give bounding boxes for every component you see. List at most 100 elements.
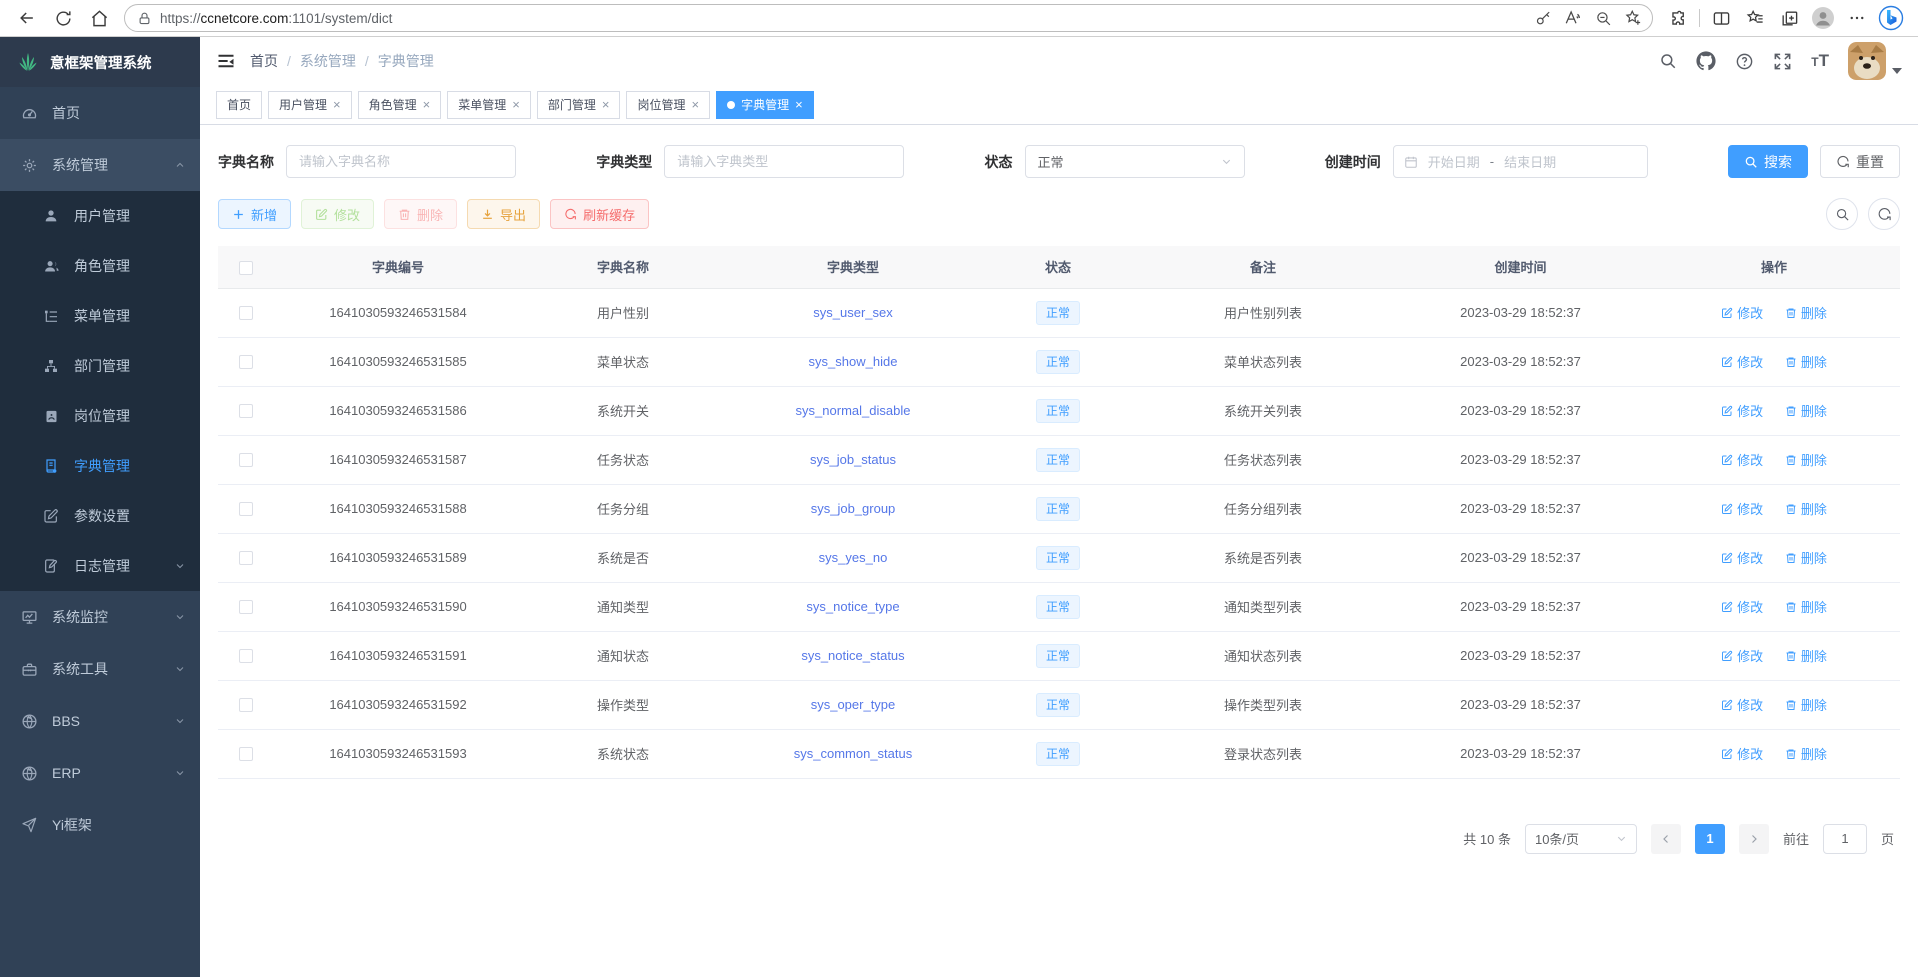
row-checkbox[interactable] bbox=[239, 502, 253, 516]
collections-icon[interactable] bbox=[1772, 3, 1806, 33]
row-delete-link[interactable]: 删除 bbox=[1785, 548, 1827, 567]
sidebar-item-log-management[interactable]: 日志管理 bbox=[0, 541, 200, 591]
extensions-icon[interactable] bbox=[1661, 3, 1695, 33]
dict-type-link[interactable]: sys_yes_no bbox=[819, 550, 888, 565]
sidebar-item-yi-framework[interactable]: Yi框架 bbox=[0, 799, 200, 851]
add-button[interactable]: 新增 bbox=[218, 199, 291, 229]
goto-page-input[interactable] bbox=[1823, 824, 1867, 854]
favorites-bar-icon[interactable] bbox=[1738, 3, 1772, 33]
dict-type-link[interactable]: sys_notice_status bbox=[801, 648, 904, 663]
row-edit-link[interactable]: 修改 bbox=[1721, 548, 1763, 567]
dict-type-link[interactable]: sys_notice_type bbox=[806, 599, 899, 614]
close-tab-icon[interactable]: × bbox=[691, 97, 699, 112]
browser-home-button[interactable] bbox=[82, 3, 116, 33]
dict-name-input[interactable] bbox=[286, 145, 516, 178]
close-tab-icon[interactable]: × bbox=[333, 97, 341, 112]
row-checkbox[interactable] bbox=[239, 306, 253, 320]
collapse-sidebar-icon[interactable] bbox=[216, 51, 236, 71]
next-page-button[interactable] bbox=[1739, 824, 1769, 854]
row-delete-link[interactable]: 删除 bbox=[1785, 401, 1827, 420]
edit-button[interactable]: 修改 bbox=[301, 199, 374, 229]
breadcrumb-home[interactable]: 首页 bbox=[250, 51, 278, 71]
password-key-icon[interactable] bbox=[1528, 5, 1558, 31]
row-delete-link[interactable]: 删除 bbox=[1785, 597, 1827, 616]
dict-type-link[interactable]: sys_user_sex bbox=[813, 305, 892, 320]
row-edit-link[interactable]: 修改 bbox=[1721, 303, 1763, 322]
sidebar-item-role-management[interactable]: 角色管理 bbox=[0, 241, 200, 291]
delete-button[interactable]: 删除 bbox=[384, 199, 457, 229]
dict-type-input[interactable] bbox=[664, 145, 904, 178]
row-checkbox[interactable] bbox=[239, 649, 253, 663]
sidebar-item-menu-management[interactable]: 菜单管理 bbox=[0, 291, 200, 341]
row-delete-link[interactable]: 删除 bbox=[1785, 450, 1827, 469]
sidebar-item-home[interactable]: 首页 bbox=[0, 87, 200, 139]
tab-dept-management[interactable]: 部门管理× bbox=[537, 91, 621, 119]
browser-refresh-button[interactable] bbox=[46, 3, 80, 33]
row-checkbox[interactable] bbox=[239, 404, 253, 418]
address-bar[interactable]: https://ccnetcore.com:1101/system/dict bbox=[124, 4, 1653, 32]
export-button[interactable]: 导出 bbox=[467, 199, 540, 229]
page-size-select[interactable]: 10条/页 bbox=[1525, 824, 1637, 854]
tab-post-management[interactable]: 岗位管理× bbox=[626, 91, 710, 119]
dict-type-link[interactable]: sys_common_status bbox=[794, 746, 913, 761]
tab-role-management[interactable]: 角色管理× bbox=[358, 91, 442, 119]
search-button[interactable]: 搜索 bbox=[1728, 145, 1808, 178]
dict-type-link[interactable]: sys_oper_type bbox=[811, 697, 896, 712]
browser-profile-avatar[interactable] bbox=[1806, 3, 1840, 33]
sidebar-item-dict-management[interactable]: 字典管理 bbox=[0, 441, 200, 491]
row-delete-link[interactable]: 删除 bbox=[1785, 744, 1827, 763]
github-icon[interactable] bbox=[1696, 51, 1716, 71]
row-edit-link[interactable]: 修改 bbox=[1721, 646, 1763, 665]
row-edit-link[interactable]: 修改 bbox=[1721, 744, 1763, 763]
row-delete-link[interactable]: 删除 bbox=[1785, 499, 1827, 518]
breadcrumb-system[interactable]: 系统管理 bbox=[300, 51, 356, 71]
close-tab-icon[interactable]: × bbox=[512, 97, 520, 112]
reset-button[interactable]: 重置 bbox=[1820, 145, 1900, 178]
zoom-out-icon[interactable] bbox=[1588, 5, 1618, 31]
row-checkbox[interactable] bbox=[239, 551, 253, 565]
show-search-toggle-button[interactable] bbox=[1826, 198, 1858, 230]
user-avatar[interactable] bbox=[1848, 42, 1902, 80]
sidebar-item-erp[interactable]: ERP bbox=[0, 747, 200, 799]
sidebar-item-param-settings[interactable]: 参数设置 bbox=[0, 491, 200, 541]
prev-page-button[interactable] bbox=[1651, 824, 1681, 854]
help-icon[interactable] bbox=[1735, 52, 1754, 71]
date-range-picker[interactable]: 开始日期 - 结束日期 bbox=[1393, 145, 1648, 178]
row-checkbox[interactable] bbox=[239, 355, 253, 369]
sidebar-item-post-management[interactable]: 岗位管理 bbox=[0, 391, 200, 441]
row-edit-link[interactable]: 修改 bbox=[1721, 450, 1763, 469]
dict-type-link[interactable]: sys_normal_disable bbox=[796, 403, 911, 418]
status-select[interactable]: 正常 bbox=[1025, 145, 1245, 178]
row-checkbox[interactable] bbox=[239, 453, 253, 467]
split-screen-icon[interactable] bbox=[1704, 3, 1738, 33]
font-size-icon[interactable]: TT bbox=[1811, 51, 1829, 71]
page-number-1[interactable]: 1 bbox=[1695, 824, 1725, 854]
close-tab-icon[interactable]: × bbox=[602, 97, 610, 112]
header-search-icon[interactable] bbox=[1659, 52, 1677, 70]
select-all-checkbox[interactable] bbox=[239, 261, 253, 275]
row-delete-link[interactable]: 删除 bbox=[1785, 303, 1827, 322]
row-delete-link[interactable]: 删除 bbox=[1785, 695, 1827, 714]
close-tab-icon[interactable]: × bbox=[795, 97, 803, 112]
row-edit-link[interactable]: 修改 bbox=[1721, 597, 1763, 616]
row-checkbox[interactable] bbox=[239, 698, 253, 712]
sidebar-item-dept-management[interactable]: 部门管理 bbox=[0, 341, 200, 391]
sidebar-item-user-management[interactable]: 用户管理 bbox=[0, 191, 200, 241]
row-delete-link[interactable]: 删除 bbox=[1785, 646, 1827, 665]
sidebar-item-system-management[interactable]: 系统管理 bbox=[0, 139, 200, 191]
sidebar-item-system-tools[interactable]: 系统工具 bbox=[0, 643, 200, 695]
tab-user-management[interactable]: 用户管理× bbox=[268, 91, 352, 119]
sidebar-item-bbs[interactable]: BBS bbox=[0, 695, 200, 747]
dict-type-link[interactable]: sys_job_status bbox=[810, 452, 896, 467]
row-delete-link[interactable]: 删除 bbox=[1785, 352, 1827, 371]
fullscreen-icon[interactable] bbox=[1773, 52, 1792, 71]
sidebar-item-system-monitor[interactable]: 系统监控 bbox=[0, 591, 200, 643]
tab-home[interactable]: 首页 bbox=[216, 91, 262, 119]
browser-menu-icon[interactable] bbox=[1840, 3, 1874, 33]
refresh-cache-button[interactable]: 刷新缓存 bbox=[550, 199, 649, 229]
row-edit-link[interactable]: 修改 bbox=[1721, 352, 1763, 371]
browser-back-button[interactable] bbox=[10, 3, 44, 33]
add-favorite-icon[interactable] bbox=[1618, 5, 1648, 31]
row-edit-link[interactable]: 修改 bbox=[1721, 401, 1763, 420]
dict-type-link[interactable]: sys_show_hide bbox=[809, 354, 898, 369]
